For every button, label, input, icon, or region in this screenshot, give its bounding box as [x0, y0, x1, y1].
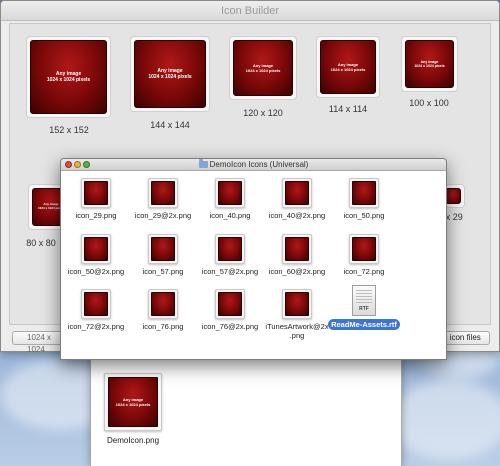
file-thumbnail — [215, 234, 245, 264]
art-line-2: 1024 x 1024 pixels — [330, 67, 366, 72]
file-name: icon_76@2x.png — [201, 322, 259, 331]
icon-drop-well-120[interactable]: Any image 1024 x 1024 pixels — [229, 36, 297, 100]
icon-drop-well-144[interactable]: Any image 1024 x 1024 pixels — [130, 36, 210, 112]
file-name-selected: ReadMe-Assets.rtf — [326, 319, 402, 330]
file-name: icon_29.png — [75, 211, 117, 220]
file-thumbnail — [81, 289, 111, 319]
selected-file-name: ReadMe-Assets.rtf — [328, 319, 400, 330]
finder-window: DemoIcon Icons (Universal) icon_29.png i… — [60, 158, 447, 360]
file-thumbnail — [282, 178, 312, 208]
icon-preview-image: Any image 1024 x 1024 pixels — [233, 40, 293, 96]
file-item[interactable]: icon_57@2x.png — [198, 234, 262, 276]
file-name: icon_72@2x.png — [67, 322, 125, 331]
file-name: icon_50@2x.png — [67, 267, 125, 276]
file-item[interactable]: icon_50@2x.png — [64, 234, 128, 276]
file-item[interactable]: icon_29.png — [64, 178, 128, 220]
file-thumbnail — [282, 289, 312, 319]
size-label-152: 152 x 152 — [49, 125, 89, 135]
file-name: icon_57@2x.png — [201, 267, 259, 276]
file-name: DemoIcon.png — [106, 436, 160, 445]
file-item[interactable]: icon_72@2x.png — [64, 289, 128, 331]
file-item[interactable]: icon_76@2x.png — [198, 289, 262, 331]
icon-preview-image — [84, 181, 108, 205]
file-thumbnail — [349, 178, 379, 208]
icon-preview-image — [218, 292, 242, 316]
file-item[interactable]: icon_60@2x.png — [265, 234, 329, 276]
icon-drop-well-114[interactable]: Any image 1024 x 1024 pixels — [316, 36, 380, 98]
icon-drop-well-100[interactable]: Any image 1024 x 1024 pixels — [401, 36, 458, 92]
art-line-2: 1024 x 1024 pixels — [414, 64, 445, 68]
icon-preview-image — [151, 181, 175, 205]
icon-preview-image — [352, 181, 376, 205]
icon-preview-image: Any image 1024 x 1024 pixels — [30, 40, 107, 114]
finder-titlebar[interactable]: DemoIcon Icons (Universal) — [61, 159, 446, 171]
icon-preview-image — [285, 237, 309, 261]
file-name: icon_40@2x.png — [268, 211, 326, 220]
finder-title: DemoIcon Icons (Universal) — [61, 159, 446, 169]
size-label-114: 114 x 114 — [328, 104, 368, 114]
icon-preview-image — [218, 237, 242, 261]
file-thumbnail — [81, 178, 111, 208]
file-item[interactable]: icon_40@2x.png — [265, 178, 329, 220]
icon-preview-image — [352, 237, 376, 261]
icon-preview-image — [445, 188, 461, 204]
rtf-document-icon: RTF — [352, 285, 376, 316]
file-item[interactable]: icon_50.png — [332, 178, 396, 220]
rtf-badge: RTF — [359, 306, 369, 312]
icon-preview-image — [285, 181, 309, 205]
file-name: icon_60@2x.png — [268, 267, 326, 276]
icon-preview-image — [84, 292, 108, 316]
finder-title-text: DemoIcon Icons (Universal) — [209, 160, 309, 169]
file-thumbnail — [148, 234, 178, 264]
icon-preview-image — [218, 181, 242, 205]
file-name: icon_72.png — [343, 267, 385, 276]
icon-preview-image: Any image 1024 x 1024 pixels — [134, 40, 206, 108]
file-thumbnail — [148, 178, 178, 208]
icon-preview-image — [84, 237, 108, 261]
file-thumbnail: Any image 1024 x 1024 pixels — [104, 373, 162, 431]
icon-preview-image: Any image 1024 x 1024 pixels — [405, 40, 454, 88]
file-name: icon_50.png — [343, 211, 385, 220]
icon-drop-well-152[interactable]: Any image 1024 x 1024 pixels — [26, 36, 111, 118]
result-window: Any image 1024 x 1024 pixels DemoIcon.pn… — [90, 355, 402, 466]
size-label-144: 144 x 144 — [150, 120, 190, 130]
art-line-2: 1024 x 1024 pixels — [245, 68, 281, 73]
file-thumbnail — [282, 234, 312, 264]
icon-preview-image — [285, 292, 309, 316]
window-title: Icon Builder — [220, 5, 280, 17]
file-item[interactable]: iTunesArtwork@2x .png — [265, 289, 329, 340]
file-thumbnail — [215, 178, 245, 208]
icon-preview-image: Any image 1024 x 1024 pixels — [320, 40, 376, 94]
folder-icon — [198, 159, 208, 168]
file-item[interactable]: icon_57.png — [131, 234, 195, 276]
size-label-100: 100 x 100 — [409, 98, 449, 108]
file-name: icon_40.png — [209, 211, 251, 220]
file-name: iTunesArtwork@2x .png — [265, 322, 329, 340]
icon-preview-image — [151, 237, 175, 261]
file-item-readme[interactable]: RTF ReadMe-Assets.rtf — [326, 285, 402, 330]
file-item[interactable]: icon_72.png — [332, 234, 396, 276]
file-thumbnail — [349, 234, 379, 264]
icon-preview-image: Any image 1024 x 1024 pixels — [108, 377, 158, 427]
file-item[interactable]: icon_40.png — [198, 178, 262, 220]
icon-builder-titlebar[interactable]: Icon Builder — [1, 1, 499, 21]
size-label-120: 120 x 120 — [243, 108, 283, 118]
file-item[interactable]: icon_76.png — [131, 289, 195, 331]
file-thumbnail — [215, 289, 245, 319]
file-name: icon_57.png — [142, 267, 184, 276]
file-thumbnail — [148, 289, 178, 319]
art-line-2: 1024 x 1024 pixels — [148, 74, 192, 80]
art-line-2: 1024 x 1024 pixels — [46, 77, 91, 83]
file-name: icon_29@2x.png — [134, 211, 192, 220]
file-thumbnail — [81, 234, 111, 264]
file-item-demoicon[interactable]: Any image 1024 x 1024 pixels DemoIcon.pn… — [93, 373, 173, 446]
desktop-cloud — [390, 380, 500, 460]
art-line-2: 1024 x 1024 pixels — [115, 402, 151, 407]
file-name: icon_76.png — [142, 322, 184, 331]
icon-preview-image — [151, 292, 175, 316]
file-item[interactable]: icon_29@2x.png — [131, 178, 195, 220]
